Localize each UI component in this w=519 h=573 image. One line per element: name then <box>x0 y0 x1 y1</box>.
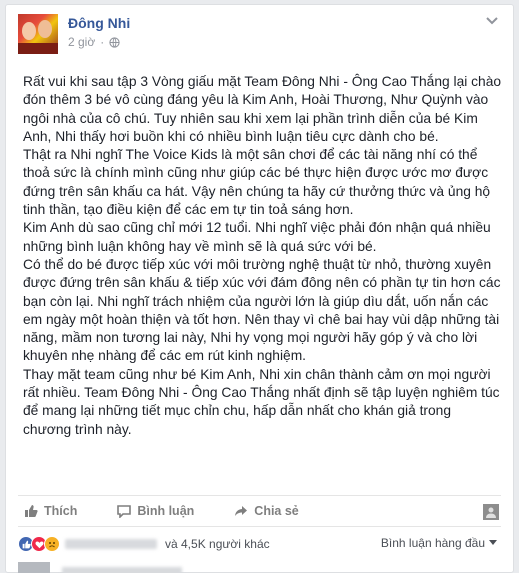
reaction-names-blurred[interactable] <box>65 539 157 549</box>
post-paragraph: Có thể do bé được tiếp xúc với môi trườn… <box>23 256 501 364</box>
comment-icon <box>117 505 132 518</box>
post-header: Đông Nhi 2 giờ · <box>18 14 501 62</box>
globe-icon <box>109 36 120 48</box>
chevron-down-icon[interactable] <box>485 16 499 26</box>
post-text: Rất vui khi sau tập 3 Vòng giấu mặt Team… <box>23 73 503 439</box>
comment-blurred <box>62 567 182 573</box>
comment-button[interactable]: Bình luận <box>117 504 194 518</box>
share-icon <box>235 506 248 516</box>
sad-reaction-icon <box>44 536 60 552</box>
comment-label: Bình luận <box>137 504 195 518</box>
thumbs-up-icon <box>25 505 38 517</box>
post-paragraph: Thật ra Nhi nghĩ The Voice Kids là một s… <box>23 147 491 218</box>
like-button[interactable]: Thích <box>24 504 77 518</box>
reactions-bar: và 4,5K người khác Bình luận hàng đầu <box>18 533 501 555</box>
like-label: Thích <box>44 504 78 518</box>
commenter-avatar[interactable] <box>18 562 50 573</box>
author-avatar[interactable] <box>18 14 58 54</box>
post-card: Đông Nhi 2 giờ · Rất vui khi sau tập 3 V… <box>5 4 514 573</box>
caret-down-icon <box>489 540 497 545</box>
author-name[interactable]: Đông Nhi <box>68 15 130 31</box>
comment-sort-dropdown[interactable]: Bình luận hàng đầu <box>381 536 497 550</box>
post-paragraph: Thay mặt team cũng như bé Kim Anh, Nhi x… <box>23 366 500 437</box>
reaction-count[interactable]: và 4,5K người khác <box>165 537 270 551</box>
share-button[interactable]: Chia sẻ <box>234 504 299 518</box>
post-actions: Thích Bình luận Chia sẻ <box>18 495 501 527</box>
post-time[interactable]: 2 giờ <box>68 35 95 49</box>
post-as-selector[interactable] <box>483 504 499 520</box>
comment-preview <box>18 559 501 573</box>
post-meta: 2 giờ · <box>68 35 120 49</box>
profile-icon <box>486 507 496 518</box>
post-paragraph: Kim Anh dù sao cũng chỉ mới 12 tuổi. Nhi… <box>23 220 491 254</box>
reaction-icons[interactable] <box>18 536 60 552</box>
sort-label: Bình luận hàng đầu <box>380 536 485 550</box>
share-label: Chia sẻ <box>254 504 299 518</box>
post-paragraph: Rất vui khi sau tập 3 Vòng giấu mặt Team… <box>23 74 502 144</box>
